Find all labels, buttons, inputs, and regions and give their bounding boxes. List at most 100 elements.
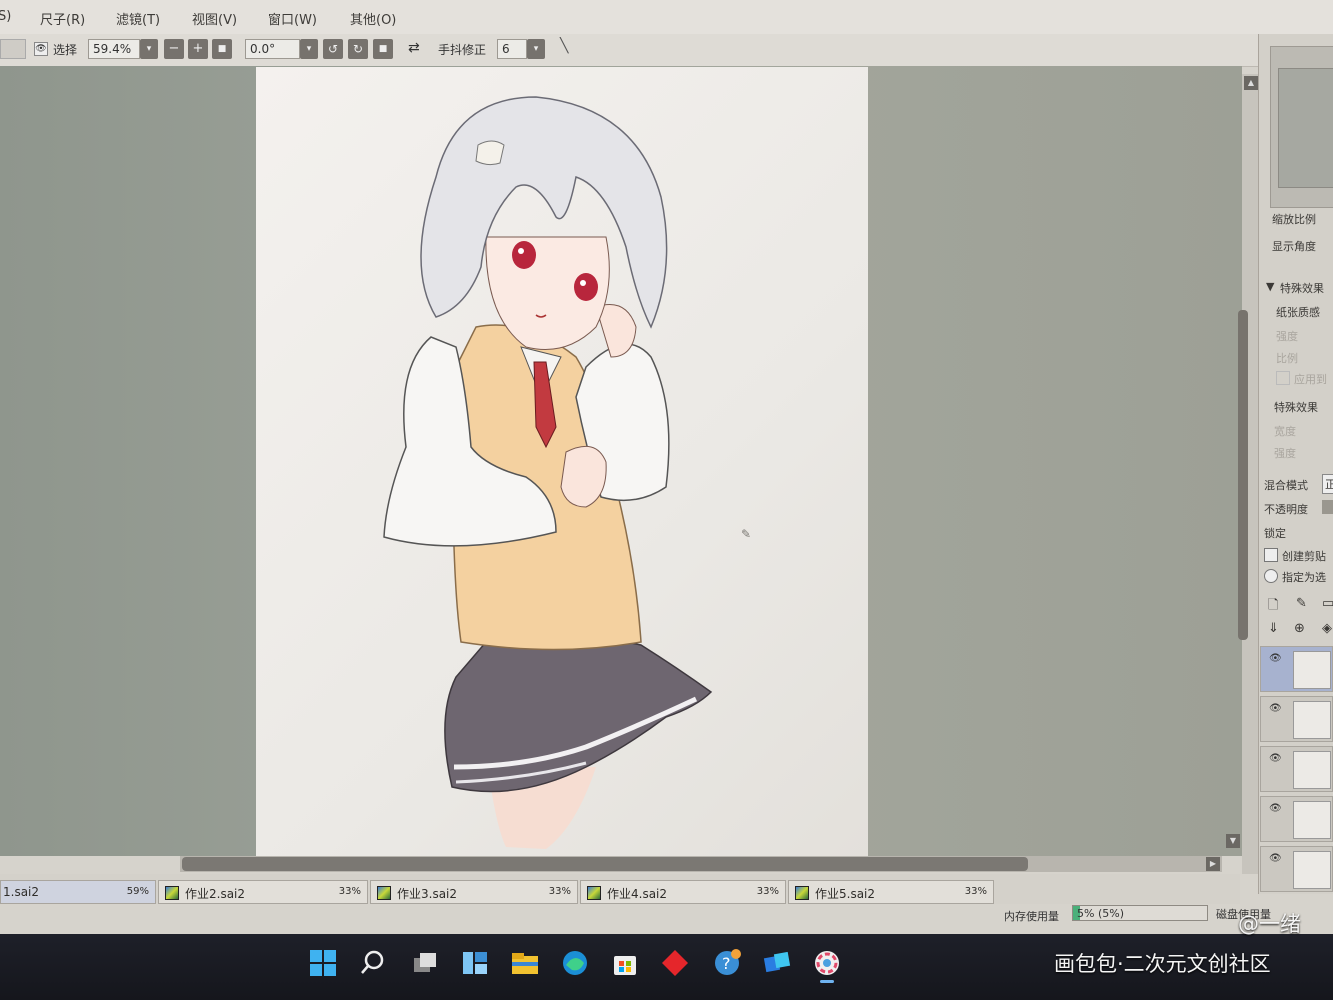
apply-checkbox[interactable] [1276, 371, 1290, 385]
rotate-right-button[interactable]: ↻ [348, 39, 368, 59]
eye-icon[interactable]: 👁 [1269, 853, 1282, 864]
texture-intensity-label: 强度 [1276, 330, 1298, 343]
rotation-reset-button[interactable]: ■ [373, 39, 393, 59]
watermark-handle: @一绪 [1238, 912, 1301, 936]
anime-girl-illustration [383, 96, 713, 849]
zoom-dropdown-icon[interactable]: ▾ [140, 39, 158, 59]
widgets-icon[interactable] [460, 948, 490, 978]
transfer-down-icon[interactable]: ⇓ [1268, 621, 1279, 636]
file-explorer-icon[interactable] [510, 948, 540, 978]
stabilizer-label: 手抖修正 [438, 43, 487, 57]
menu-item-filter[interactable]: 滤镜(T) [116, 9, 160, 28]
document-tab-5[interactable]: 作业5.sai2 33% [788, 880, 994, 904]
zoom-reset-button[interactable]: ■ [212, 39, 232, 59]
document-tab-1[interactable]: 1.sai2 59% [0, 880, 156, 904]
svg-text:?: ? [722, 954, 731, 973]
search-icon[interactable] [358, 948, 388, 978]
layer-item-3[interactable]: 👁 [1260, 746, 1333, 792]
tab-name: 1.sai2 [3, 885, 40, 899]
tab-name: 作业4.sai2 [607, 887, 668, 901]
lock-label: 锁定 [1264, 527, 1286, 540]
new-linework-layer-icon[interactable]: ✎ [1296, 596, 1307, 611]
layer-thumbnail [1293, 701, 1331, 739]
pen-cursor-icon: ✎ [741, 527, 752, 541]
layer-thumbnail [1293, 851, 1331, 889]
blue-squares-app-icon[interactable] [762, 948, 792, 978]
menu-bar: S) 尺子(R) 滤镜(T) 视图(V) 窗口(W) 其他(O) [0, 0, 1333, 35]
menu-item-other[interactable]: 其他(O) [350, 9, 396, 28]
effects-expand-icon[interactable]: ▼ [1266, 280, 1274, 293]
blend-mode-select[interactable]: 正 [1322, 474, 1333, 494]
zoom-slider-label[interactable]: 缩放比例 [1272, 211, 1316, 227]
active-app-indicator [820, 980, 834, 983]
clipping-checkbox[interactable] [1264, 548, 1278, 562]
tab-name: 作业5.sai2 [815, 887, 876, 901]
zoom-in-button[interactable]: + [188, 39, 208, 59]
opacity-slider[interactable] [1322, 500, 1333, 514]
vertical-scroll-thumb[interactable] [1238, 310, 1248, 640]
angle-slider-label[interactable]: 显示角度 [1272, 238, 1316, 254]
drawing-canvas[interactable]: ✎ [256, 67, 868, 860]
paper-texture-label[interactable]: 纸张质感 [1276, 304, 1320, 320]
scroll-up-icon[interactable]: ▲ [1244, 76, 1258, 90]
selection-source-label: 指定为选 [1282, 571, 1326, 584]
eye-icon[interactable]: 👁 [1269, 653, 1282, 664]
effect-width-label: 宽度 [1274, 425, 1296, 438]
toolbar: 👁 选择 59.4% ▾ − + ■ 0.0° ▾ ↺ ↻ ■ ⇄ 手抖修正 6… [0, 34, 1333, 67]
delete-layer-icon[interactable]: ◈ [1322, 621, 1332, 636]
scroll-right-icon[interactable]: ▶ [1206, 857, 1220, 871]
tab-zoom: 33% [756, 886, 779, 897]
clipping-label: 创建剪贴 [1282, 550, 1326, 563]
menu-item-view[interactable]: 视图(V) [192, 9, 237, 28]
eye-icon[interactable]: 👁 [1269, 753, 1282, 764]
scroll-down-icon[interactable]: ▼ [1226, 834, 1240, 848]
tab-name: 作业3.sai2 [397, 887, 458, 901]
layer-item-2[interactable]: 👁 [1260, 696, 1333, 742]
store-icon[interactable] [610, 948, 640, 978]
windows-start-icon[interactable] [308, 948, 338, 978]
watermark-site: 画包包·二次元文创社区 [1054, 952, 1271, 976]
paint-tool-sai-icon[interactable] [812, 948, 842, 978]
rotation-dropdown-icon[interactable]: ▾ [300, 39, 318, 59]
layer-item-5[interactable]: 👁 [1260, 846, 1333, 892]
sai-file-icon [587, 886, 601, 900]
document-tab-3[interactable]: 作业3.sai2 33% [370, 880, 578, 904]
layer-item-1[interactable]: 👁 [1260, 646, 1333, 692]
effects-header[interactable]: 特殊效果 [1280, 280, 1324, 296]
task-view-icon[interactable] [410, 948, 440, 978]
memory-usage-bar: 5% (5%) [1072, 905, 1208, 921]
stabilizer-field[interactable]: 6 [497, 39, 527, 59]
flip-horizontal-icon[interactable]: ⇄ [408, 40, 420, 60]
zoom-field[interactable]: 59.4% [88, 39, 140, 59]
rotation-field[interactable]: 0.0° [245, 39, 300, 59]
layer-item-4[interactable]: 👁 [1260, 796, 1333, 842]
edge-browser-icon[interactable] [560, 948, 590, 978]
navigator-viewport[interactable] [1278, 68, 1333, 188]
document-tab-2[interactable]: 作业2.sai2 33% [158, 880, 368, 904]
stabilizer-dropdown-icon[interactable]: ▾ [527, 39, 545, 59]
help-app-icon[interactable]: ? [712, 948, 742, 978]
screen: S) 尺子(R) 滤镜(T) 视图(V) 窗口(W) 其他(O) 👁 选择 59… [0, 0, 1333, 1000]
new-layer-icon[interactable]: 🗋 [1268, 596, 1278, 618]
new-folder-icon[interactable]: ▭ [1322, 596, 1333, 611]
tool-swatch[interactable] [0, 39, 26, 59]
selection-visible-toggle[interactable]: 👁 [34, 42, 48, 56]
sai-file-icon [165, 886, 179, 900]
selection-source-radio[interactable] [1264, 569, 1278, 583]
red-diamond-app-icon[interactable] [660, 948, 690, 978]
apply-to-label: 应用到 [1294, 373, 1327, 386]
tab-zoom: 33% [338, 886, 361, 897]
menu-item-selection[interactable]: S) [0, 9, 11, 24]
zoom-out-button[interactable]: − [164, 39, 184, 59]
memory-usage-value: 5% (5%) [1077, 907, 1124, 920]
menu-item-ruler[interactable]: 尺子(R) [40, 9, 85, 28]
rotate-left-button[interactable]: ↺ [323, 39, 343, 59]
merge-down-icon[interactable]: ⊕ [1294, 621, 1305, 636]
tab-zoom: 33% [548, 886, 571, 897]
line-tool-icon[interactable]: ╲ [560, 38, 568, 58]
menu-item-window[interactable]: 窗口(W) [268, 9, 317, 28]
horizontal-scroll-thumb[interactable] [182, 857, 1028, 871]
eye-icon[interactable]: 👁 [1269, 803, 1282, 814]
document-tab-4[interactable]: 作业4.sai2 33% [580, 880, 786, 904]
eye-icon[interactable]: 👁 [1269, 703, 1282, 714]
